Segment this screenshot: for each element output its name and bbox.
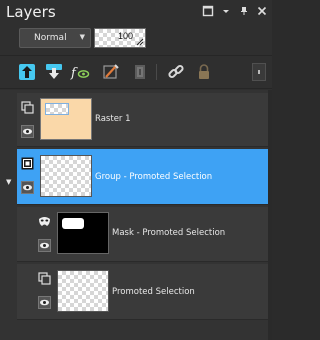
layer-row-icons bbox=[17, 264, 57, 319]
raster-layer-icon bbox=[38, 272, 51, 285]
eye-visibility-icon[interactable] bbox=[21, 181, 34, 194]
layer-name: Raster 1 bbox=[95, 114, 131, 124]
pin-icon[interactable] bbox=[238, 5, 250, 17]
resize-grip-icon bbox=[136, 38, 144, 46]
opacity-field[interactable]: 100 bbox=[94, 28, 146, 48]
layer-name: Mask - Promoted Selection bbox=[112, 228, 226, 238]
layer-name: Promoted Selection bbox=[112, 287, 195, 297]
lock-icon[interactable] bbox=[194, 62, 214, 82]
blend-mode-dropdown[interactable]: Normal ▼ bbox=[19, 28, 91, 48]
layer-thumbnail bbox=[57, 270, 109, 312]
layer-row-icons bbox=[17, 149, 38, 204]
toolbar-separator bbox=[156, 64, 157, 80]
expand-triangle-icon[interactable]: ▼ bbox=[6, 178, 11, 186]
eye-visibility-icon[interactable] bbox=[21, 125, 34, 138]
toolbar-overflow-button[interactable] bbox=[252, 63, 266, 81]
panel-title: Layers bbox=[6, 3, 56, 21]
effects-fx-icon[interactable]: f bbox=[70, 62, 90, 82]
new-mask-layer-icon[interactable] bbox=[44, 62, 64, 82]
layer-thumbnail-overlay bbox=[45, 103, 69, 115]
layer-row-icons bbox=[17, 207, 57, 261]
layer-thumbnail bbox=[40, 98, 92, 140]
link-brush-icon[interactable] bbox=[101, 62, 121, 82]
layers-list: Raster 1 ▼ Group - Promoted Selection Ma… bbox=[0, 90, 272, 340]
mask-thumbnail bbox=[57, 212, 109, 254]
chevron-down-icon: ▼ bbox=[79, 33, 85, 41]
layers-scrollbar[interactable] bbox=[268, 90, 272, 340]
svg-text:f: f bbox=[70, 66, 78, 81]
group-layer-icon bbox=[21, 157, 34, 170]
mask-shape bbox=[62, 218, 84, 229]
layer-thumbnail bbox=[40, 155, 92, 197]
eye-visibility-icon[interactable] bbox=[38, 239, 51, 252]
layer-name: Group - Promoted Selection bbox=[95, 172, 213, 182]
mask-layer-icon bbox=[38, 215, 51, 228]
blend-mode-value: Normal bbox=[34, 33, 67, 43]
layer-row-raster-1[interactable]: Raster 1 bbox=[17, 93, 268, 147]
layer-row-icons bbox=[17, 93, 38, 146]
layer-row-group-promoted-selection[interactable]: Group - Promoted Selection bbox=[17, 149, 268, 205]
titlebar-controls bbox=[202, 5, 268, 17]
close-icon[interactable] bbox=[256, 5, 268, 17]
opacity-value: 100 bbox=[117, 31, 133, 41]
eye-visibility-icon[interactable] bbox=[38, 296, 51, 309]
raster-layer-icon bbox=[21, 101, 34, 114]
delete-layer-icon[interactable] bbox=[130, 62, 150, 82]
menu-dropdown-icon[interactable] bbox=[220, 5, 232, 17]
layers-toolbar: f bbox=[0, 55, 272, 89]
maximize-icon[interactable] bbox=[202, 5, 214, 17]
new-raster-layer-icon[interactable] bbox=[17, 62, 37, 82]
layer-row-promoted-selection[interactable]: Promoted Selection bbox=[17, 264, 268, 320]
panel-titlebar: Layers bbox=[0, 0, 272, 24]
layers-panel: Layers Normal ▼ 100 f Raster 1 ▼ Group -… bbox=[0, 0, 272, 340]
link-icon[interactable] bbox=[166, 62, 186, 82]
layer-row-mask-promoted-selection[interactable]: Mask - Promoted Selection bbox=[17, 207, 268, 262]
